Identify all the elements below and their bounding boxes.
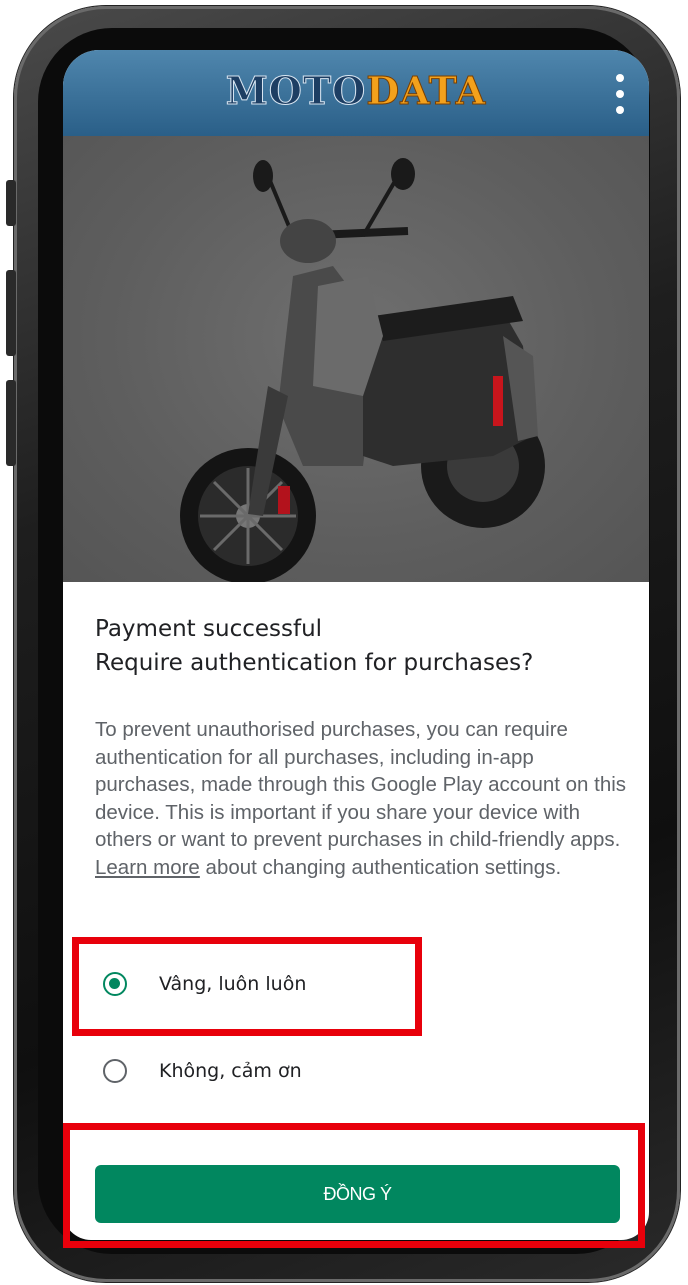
motodata-logo: MOTODATA — [63, 68, 649, 114]
app-header: MOTODATA — [63, 50, 649, 136]
body-text-after-link: about changing authentication settings. — [199, 855, 562, 879]
option-no-thanks[interactable]: Không, cảm ơn — [103, 1051, 302, 1091]
body-text-before-link: To prevent unauthorised purchases, you c… — [95, 718, 627, 851]
dialog-title-line1: Payment successful — [95, 616, 323, 642]
option-no-thanks-label: Không, cảm ơn — [159, 1060, 302, 1082]
volume-up-button — [6, 270, 16, 356]
highlight-box-confirm — [63, 1123, 645, 1248]
dialog-title: Payment successful Require authenticatio… — [95, 612, 635, 680]
scooter-image — [63, 136, 649, 582]
logo-text-moto: MOTO — [225, 68, 367, 114]
radio-unchecked-icon[interactable] — [103, 1059, 127, 1083]
learn-more-link[interactable]: Learn more — [95, 856, 200, 879]
logo-text-data: DATA — [366, 68, 487, 114]
volume-down-button — [6, 380, 16, 466]
highlight-box-option — [72, 937, 422, 1036]
dialog-title-line2: Require authentication for purchases? — [95, 650, 534, 676]
more-vert-icon[interactable] — [613, 74, 627, 114]
dialog-body: To prevent unauthorised purchases, you c… — [95, 716, 627, 881]
side-button — [6, 180, 16, 226]
app-screen: MOTODATA Payment successful Require auth… — [63, 50, 649, 1240]
